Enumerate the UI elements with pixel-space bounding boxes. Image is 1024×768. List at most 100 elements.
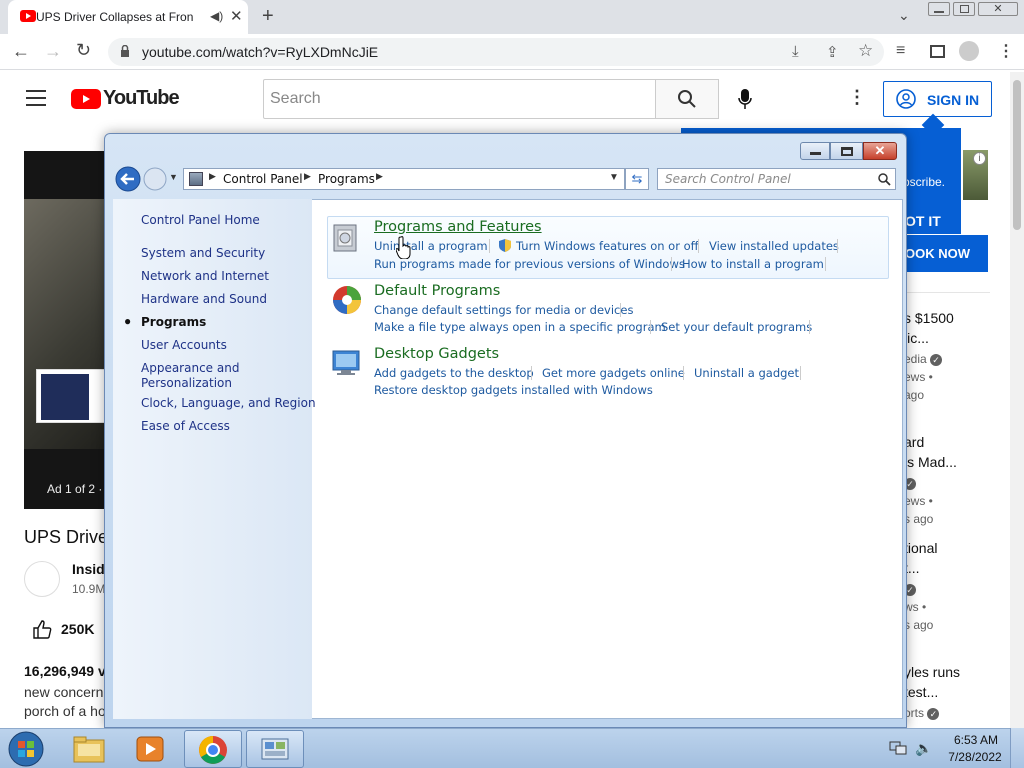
close-window-button[interactable]: ✕ [978, 2, 1018, 16]
address-bar[interactable]: ▶ Control Panel ▶ Programs ▶ ▼ [183, 168, 625, 190]
default-programs-link[interactable]: Default Programs [374, 283, 500, 299]
divider [800, 366, 801, 380]
file-explorer-icon[interactable] [72, 734, 106, 764]
new-tab-button[interactable]: + [262, 5, 274, 28]
back-icon[interactable]: ← [12, 41, 30, 62]
breadcrumb-arrow-icon[interactable]: ▶ [376, 171, 383, 182]
nav-ease-of-access[interactable]: Ease of Access [141, 419, 230, 433]
channel-name[interactable]: Insid [72, 561, 105, 577]
view-installed-updates-link[interactable]: View installed updates [709, 239, 839, 253]
recent-pages-icon[interactable]: ▼ [169, 172, 178, 182]
ad-got-it-button[interactable]: OT IT [905, 213, 941, 229]
related-item[interactable]: yles runs test... orts ✓ [904, 664, 1004, 724]
breadcrumb-programs[interactable]: Programs [318, 172, 375, 186]
page-scrollbar[interactable] [1010, 72, 1024, 728]
related-title: lic... [904, 330, 929, 346]
bookmark-star-icon[interactable]: ☆ [858, 41, 873, 61]
nav-user-accounts[interactable]: User Accounts [141, 338, 227, 352]
tab-search-icon[interactable]: ⌄ [898, 7, 910, 24]
cp-search-input[interactable]: Search Control Panel [657, 168, 896, 190]
forward-icon[interactable]: → [44, 41, 62, 62]
programs-and-features-link[interactable]: Programs and Features [374, 219, 542, 235]
refresh-icon[interactable]: ⇆ [625, 168, 649, 190]
file-type-always-open-link[interactable]: Make a file type always open in a specif… [374, 320, 666, 334]
change-default-settings-link[interactable]: Change default settings for media or dev… [374, 303, 633, 317]
breadcrumb-arrow-icon[interactable]: ▶ [304, 171, 311, 182]
nav-hardware-and-sound[interactable]: Hardware and Sound [141, 292, 267, 306]
install-icon[interactable]: ⤓ [792, 43, 799, 60]
like-icon[interactable] [32, 619, 52, 639]
youtube-logo-text[interactable]: YouTube [103, 87, 180, 110]
nav-appearance-and-personalization[interactable]: Appearance and Personalization [141, 361, 301, 391]
default-programs-icon[interactable] [331, 284, 363, 316]
lock-icon[interactable] [120, 45, 130, 58]
side-panel-icon[interactable] [930, 45, 945, 58]
back-arrow-icon[interactable] [115, 166, 141, 192]
clock-time[interactable]: 6:53 AM [950, 733, 1002, 747]
sign-in-button[interactable]: SIGN IN [883, 81, 992, 117]
turn-windows-features-link[interactable]: Turn Windows features on or off [516, 239, 699, 253]
close-tab-icon[interactable]: ✕ [230, 7, 243, 25]
chrome-menu-icon[interactable]: ⋮ [998, 41, 1014, 61]
nav-programs[interactable]: Programs [141, 315, 206, 329]
nav-clock-language-region[interactable]: Clock, Language, and Region [141, 396, 316, 410]
magnifier-icon[interactable] [878, 173, 891, 186]
desktop-gadgets-link[interactable]: Desktop Gadgets [374, 346, 499, 362]
cp-close-button[interactable]: ✕ [863, 142, 897, 160]
desktop-gadgets-icon[interactable] [331, 347, 363, 379]
divider [531, 366, 532, 380]
nav-control-panel-home[interactable]: Control Panel Home [141, 213, 260, 227]
breadcrumb-control-panel[interactable]: Control Panel [223, 172, 303, 186]
clock-date[interactable]: 7/28/2022 [946, 750, 1004, 764]
hamburger-menu-icon[interactable] [26, 90, 46, 106]
search-input[interactable]: Search [263, 79, 656, 119]
advertiser-logo-icon [41, 374, 89, 420]
reload-icon[interactable]: ↻ [76, 40, 91, 61]
cp-maximize-button[interactable] [830, 142, 863, 160]
share-icon[interactable]: ⇪ [826, 43, 839, 61]
microphone-icon[interactable] [737, 88, 753, 110]
channel-avatar[interactable] [24, 561, 60, 597]
nav-network-and-internet[interactable]: Network and Internet [141, 269, 269, 283]
how-to-install-link[interactable]: How to install a program [682, 257, 824, 271]
restore-gadgets-link[interactable]: Restore desktop gadgets installed with W… [374, 383, 653, 397]
get-more-gadgets-link[interactable]: Get more gadgets online [542, 366, 685, 380]
show-desktop-button[interactable] [1010, 728, 1024, 768]
run-older-programs-link[interactable]: Run programs made for previous versions … [374, 257, 685, 271]
address-dropdown-icon[interactable]: ▼ [609, 172, 619, 183]
ad-counter: Ad 1 of 2 · [47, 482, 103, 496]
forward-arrow-icon[interactable] [143, 167, 167, 191]
youtube-logo-icon[interactable] [71, 89, 101, 109]
volume-icon[interactable]: 🔈 [915, 740, 932, 757]
control-panel-icon [261, 738, 289, 760]
url-text: youtube.com/watch?v=RyLXDmNcJiE [142, 44, 379, 60]
search-icon [678, 90, 696, 108]
related-item[interactable]: ard ls Mad... ✓ ews • s ago [904, 434, 1004, 526]
programs-features-icon[interactable] [331, 221, 363, 253]
control-panel-taskbar-button[interactable] [246, 730, 304, 768]
uninstall-program-link[interactable]: Uninstall a program [374, 239, 488, 253]
related-title: tional [904, 540, 938, 556]
media-control-icon[interactable]: ≡ [896, 42, 905, 60]
settings-menu-icon[interactable]: ⋮ [848, 87, 866, 108]
media-player-icon[interactable] [134, 734, 166, 764]
uninstall-gadget-link[interactable]: Uninstall a gadget [694, 366, 799, 380]
set-default-programs-link[interactable]: Set your default programs [661, 320, 812, 334]
nav-system-and-security[interactable]: System and Security [141, 246, 265, 260]
windows-start-icon[interactable] [6, 730, 46, 768]
video-player[interactable]: Ad 1 of 2 · [24, 151, 106, 509]
minimize-button[interactable] [928, 2, 950, 16]
add-gadgets-link[interactable]: Add gadgets to the desktop [374, 366, 534, 380]
related-item[interactable]: s $1500 lic... edia ✓ ews • ago [904, 310, 1004, 402]
chrome-taskbar-button[interactable] [184, 730, 242, 768]
restore-button[interactable] [953, 2, 975, 16]
breadcrumb-arrow-icon[interactable]: ▶ [209, 171, 216, 182]
network-icon[interactable] [889, 740, 907, 756]
cp-minimize-button[interactable] [800, 142, 830, 160]
audio-playing-icon[interactable]: ◀) [210, 9, 223, 23]
ad-overlay-card[interactable] [36, 369, 106, 423]
search-button[interactable] [655, 79, 719, 119]
info-icon[interactable]: i [973, 152, 986, 165]
profile-avatar-icon[interactable] [959, 41, 979, 61]
related-item[interactable]: tional t... ✓ ws • s ago [904, 540, 1004, 632]
